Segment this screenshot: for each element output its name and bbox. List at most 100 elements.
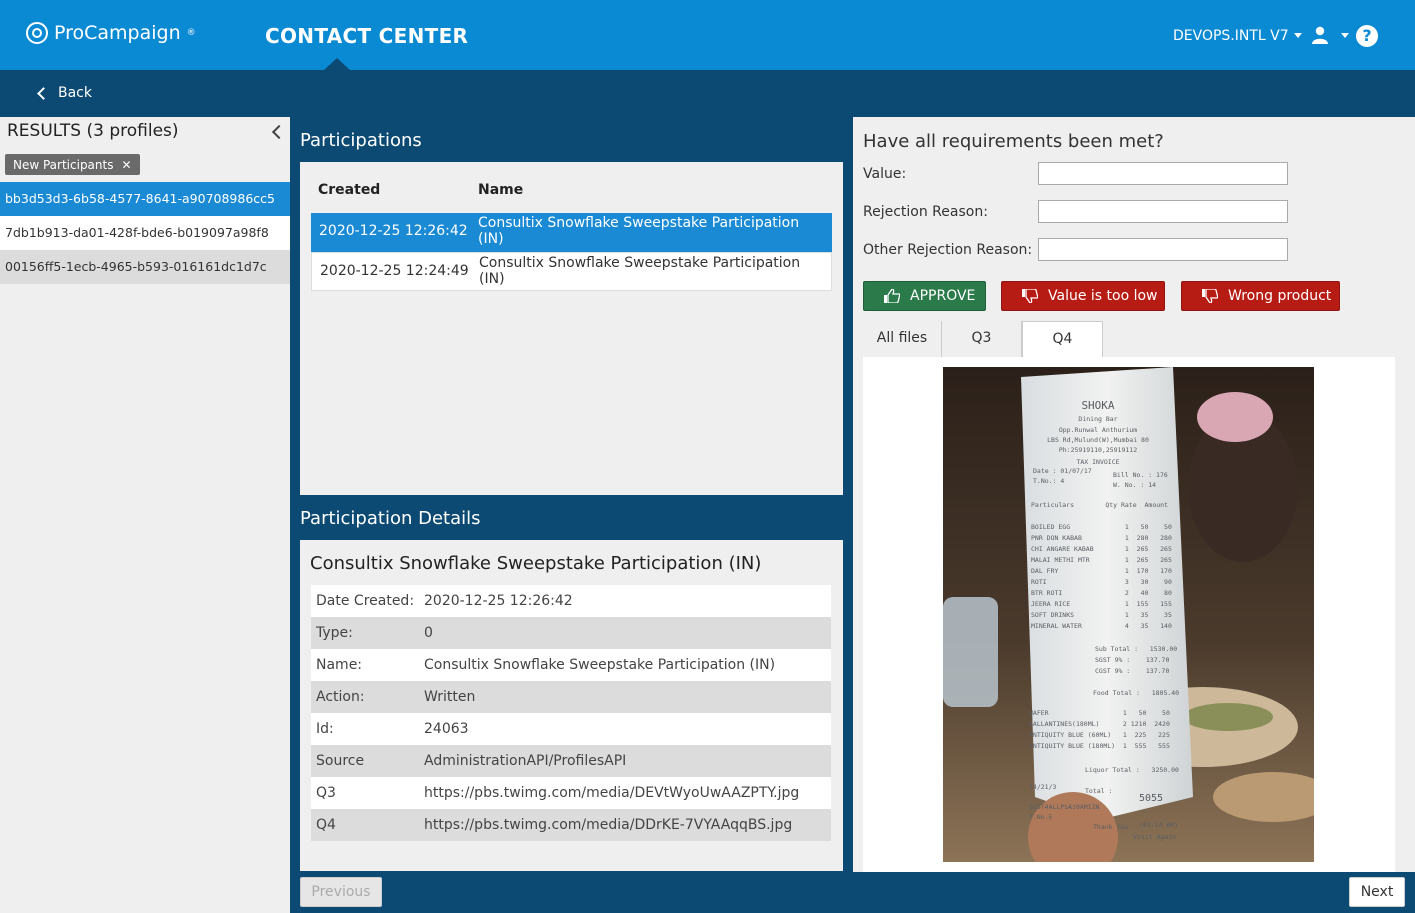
- next-button[interactable]: Next: [1349, 877, 1405, 907]
- tab-all-files[interactable]: All files: [863, 321, 942, 357]
- receipt-item: PNR DON KABAB 1 280 280: [1031, 534, 1172, 542]
- detail-row: Name: Consultix Snowflake Sweepstake Par…: [311, 649, 831, 681]
- detail-key: Date Created:: [316, 593, 415, 609]
- file-preview: SHOKA Dining Bar Opp.Runwal Anthurium LB…: [863, 357, 1395, 872]
- receipt-liquor-item: ANTIQUITY BLUE (60ML) 1 225 225: [1029, 731, 1170, 739]
- results-title: RESULTS (3 profiles): [7, 121, 179, 141]
- environment-dropdown-icon[interactable]: [1294, 33, 1302, 38]
- receipt-total-value: 5055: [1139, 793, 1163, 804]
- receipt-item: ROTI 3 30 90: [1031, 578, 1172, 586]
- receipt-header-right: W. No. : 14: [1113, 481, 1156, 489]
- participation-row[interactable]: 2020-12-25 12:24:49 Consultix Snowflake …: [311, 252, 832, 291]
- approve-label: APPROVE: [910, 288, 976, 304]
- detail-value: AdministrationAPI/ProfilesAPI: [424, 753, 627, 769]
- approve-button[interactable]: APPROVE: [863, 281, 986, 311]
- receipt-item: DAL FRY 1 170 170: [1031, 567, 1172, 575]
- participation-row[interactable]: 2020-12-25 12:26:42 Consultix Snowflake …: [311, 213, 832, 252]
- tab-q4[interactable]: Q4: [1022, 321, 1103, 357]
- created-cell: 2020-12-25 12:24:49: [320, 263, 469, 279]
- collapse-sidebar-icon[interactable]: [271, 124, 287, 140]
- brand-mark: ®: [186, 28, 196, 38]
- receipt-item: BTR ROTI 2 40 80: [1031, 589, 1172, 597]
- rejection-reason-label: Rejection Reason:: [863, 204, 988, 220]
- detail-value: 24063: [424, 721, 469, 737]
- detail-row: Type: 0: [311, 617, 831, 649]
- detail-key: Action:: [316, 689, 365, 705]
- receipt-photo[interactable]: SHOKA Dining Bar Opp.Runwal Anthurium LB…: [943, 367, 1314, 862]
- detail-value: Consultix Snowflake Sweepstake Participa…: [424, 657, 776, 673]
- help-icon[interactable]: ?: [1356, 25, 1378, 47]
- thumbs-down-icon: [1022, 289, 1038, 303]
- back-button[interactable]: Back: [36, 85, 92, 101]
- detail-value[interactable]: https://pbs.twimg.com/media/DEVtWyoUwAAZ…: [424, 777, 799, 809]
- detail-key: Name:: [316, 657, 363, 673]
- detail-value: 2020-12-25 12:26:42: [424, 593, 573, 609]
- name-cell: Consultix Snowflake Sweepstake Participa…: [479, 255, 801, 287]
- receipt-item: SOFT DRINKS 1 35 35: [1031, 611, 1172, 619]
- receipt-item: BOILED EGG 1 50 50: [1031, 523, 1172, 531]
- receipt-header-left: Date : 01/07/17: [1033, 467, 1092, 475]
- receipt-liquor-item: WAFER 1 50 50: [1029, 709, 1170, 717]
- detail-value: Written: [424, 689, 476, 705]
- active-app-indicator: [324, 58, 350, 70]
- name-cell: Consultix Snowflake Sweepstake Participa…: [478, 215, 800, 247]
- receipt-subtotal: SGST 9% : 137.70: [1095, 656, 1169, 664]
- previous-button[interactable]: Previous: [300, 877, 382, 907]
- participations-heading: Participations: [300, 130, 422, 151]
- user-dropdown-icon[interactable]: [1341, 33, 1349, 38]
- tab-q3[interactable]: Q3: [942, 321, 1022, 357]
- thumbs-down-icon: [1202, 289, 1218, 303]
- receipt-address-line: Opp.Runwal Anthurium: [1059, 426, 1137, 434]
- profile-row[interactable]: 00156ff5-1ecb-4965-b593-016161dc1d7c: [0, 250, 290, 284]
- column-header-created[interactable]: Created: [318, 182, 380, 198]
- detail-key: Type:: [316, 625, 353, 641]
- detail-value[interactable]: https://pbs.twimg.com/media/DDrKE-7VYAAq…: [424, 809, 792, 841]
- profile-row[interactable]: 7db1b913-da01-428f-bde6-b019097a98f8: [0, 216, 290, 250]
- created-cell: 2020-12-25 12:26:42: [319, 223, 468, 239]
- receipt-columns: Particulars Qty Rate Amount: [1031, 501, 1168, 509]
- thumbs-up-icon: [884, 289, 900, 303]
- column-header-name[interactable]: Name: [478, 182, 523, 198]
- detail-row: Id: 24063: [311, 713, 831, 745]
- receipt-footer: SGST4ALLPSA10AMIZN: [1029, 803, 1100, 811]
- review-panel: Have all requirements been met? Value: R…: [853, 117, 1415, 872]
- receipt-doc-type: TAX INVOICE: [1076, 458, 1119, 466]
- app-title[interactable]: CONTACT CENTER: [265, 24, 468, 48]
- results-sidebar: RESULTS (3 profiles) New Participants ✕ …: [0, 117, 290, 913]
- receipt-date-line: 14/21/3: [1029, 783, 1056, 791]
- receipt-subtitle: Dining Bar: [1078, 415, 1117, 423]
- receipt-liquor-total: Liquor Total : 3250.00: [1085, 766, 1179, 774]
- detail-key: Q3: [316, 785, 336, 801]
- logo-icon: [26, 22, 48, 44]
- value-field[interactable]: [1038, 162, 1288, 185]
- wrong-product-button[interactable]: Wrong product: [1181, 281, 1340, 311]
- user-icon[interactable]: [1311, 26, 1329, 44]
- receipt-food-total: Food Total : 1805.40: [1093, 689, 1179, 697]
- navigation-bar: Back: [0, 70, 1415, 117]
- receipt-address-line: LBS Rd,Mulund(W),Mumbai 80: [1047, 436, 1149, 444]
- receipt-header-left: T.No.: 4: [1033, 477, 1064, 485]
- remove-filter-icon[interactable]: ✕: [121, 158, 131, 172]
- other-rejection-reason-field[interactable]: [1038, 238, 1288, 261]
- procampaign-logo[interactable]: ProCampaign ®: [26, 22, 196, 44]
- receipt-address-line: Ph:25919110,25919112: [1059, 446, 1137, 454]
- profile-row[interactable]: bb3d53d3-6b58-4577-8641-a90708986cc5: [0, 182, 290, 216]
- environment-selector[interactable]: DEVOPS.INTL V7: [1173, 28, 1289, 44]
- receipt-footer: Visit Again: [1133, 833, 1176, 841]
- detail-key: Id:: [316, 721, 334, 737]
- receipt-footer: (01:14 AM): [1139, 821, 1178, 829]
- detail-row: Date Created: 2020-12-25 12:26:42: [311, 585, 831, 617]
- detail-row: Action: Written: [311, 681, 831, 713]
- rejection-reason-field[interactable]: [1038, 200, 1288, 223]
- top-bar: ProCampaign ® CONTACT CENTER DEVOPS.INTL …: [0, 0, 1415, 70]
- receipt-subtotal: CGST 9% : 137.70: [1095, 667, 1169, 675]
- value-too-low-button[interactable]: Value is too low: [1001, 281, 1165, 311]
- filter-chip-label: New Participants: [13, 157, 114, 172]
- receipt-subtotal: Sub Total : 1530.00: [1095, 645, 1177, 653]
- brand-name: ProCampaign: [54, 22, 181, 44]
- details-heading: Participation Details: [300, 508, 481, 529]
- details-title: Consultix Snowflake Sweepstake Participa…: [310, 553, 762, 574]
- detail-value: 0: [424, 625, 433, 641]
- receipt-footer: T.No.E: [1029, 813, 1053, 821]
- participations-table: Created Name 2020-12-25 12:26:42 Consult…: [300, 162, 843, 495]
